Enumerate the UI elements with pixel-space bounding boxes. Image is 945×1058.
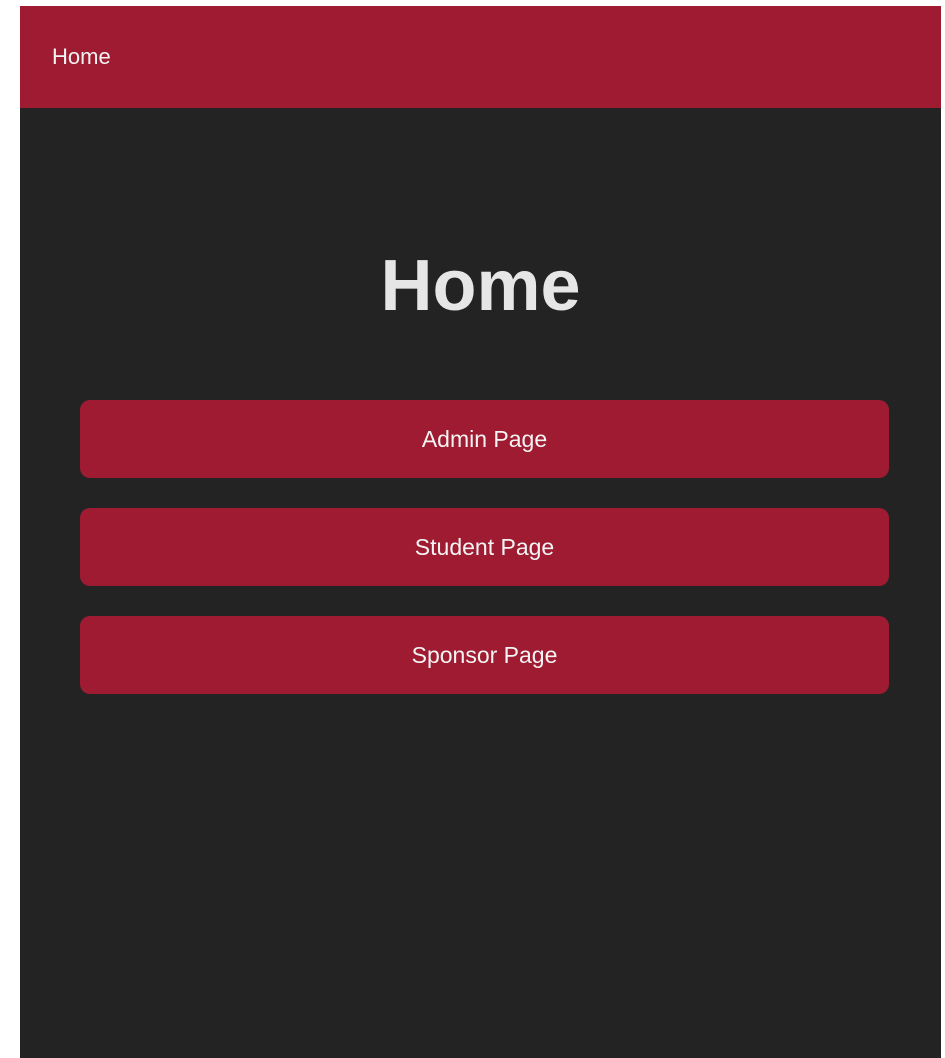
top-navbar: Home bbox=[20, 6, 941, 108]
student-page-button[interactable]: Student Page bbox=[80, 508, 889, 586]
navbar-home-link[interactable]: Home bbox=[52, 44, 111, 70]
app-window: Home Home Admin Page Student Page Sponso… bbox=[20, 6, 941, 1058]
page-title: Home bbox=[380, 246, 581, 326]
admin-page-button[interactable]: Admin Page bbox=[80, 400, 889, 478]
sponsor-page-button[interactable]: Sponsor Page bbox=[80, 616, 889, 694]
